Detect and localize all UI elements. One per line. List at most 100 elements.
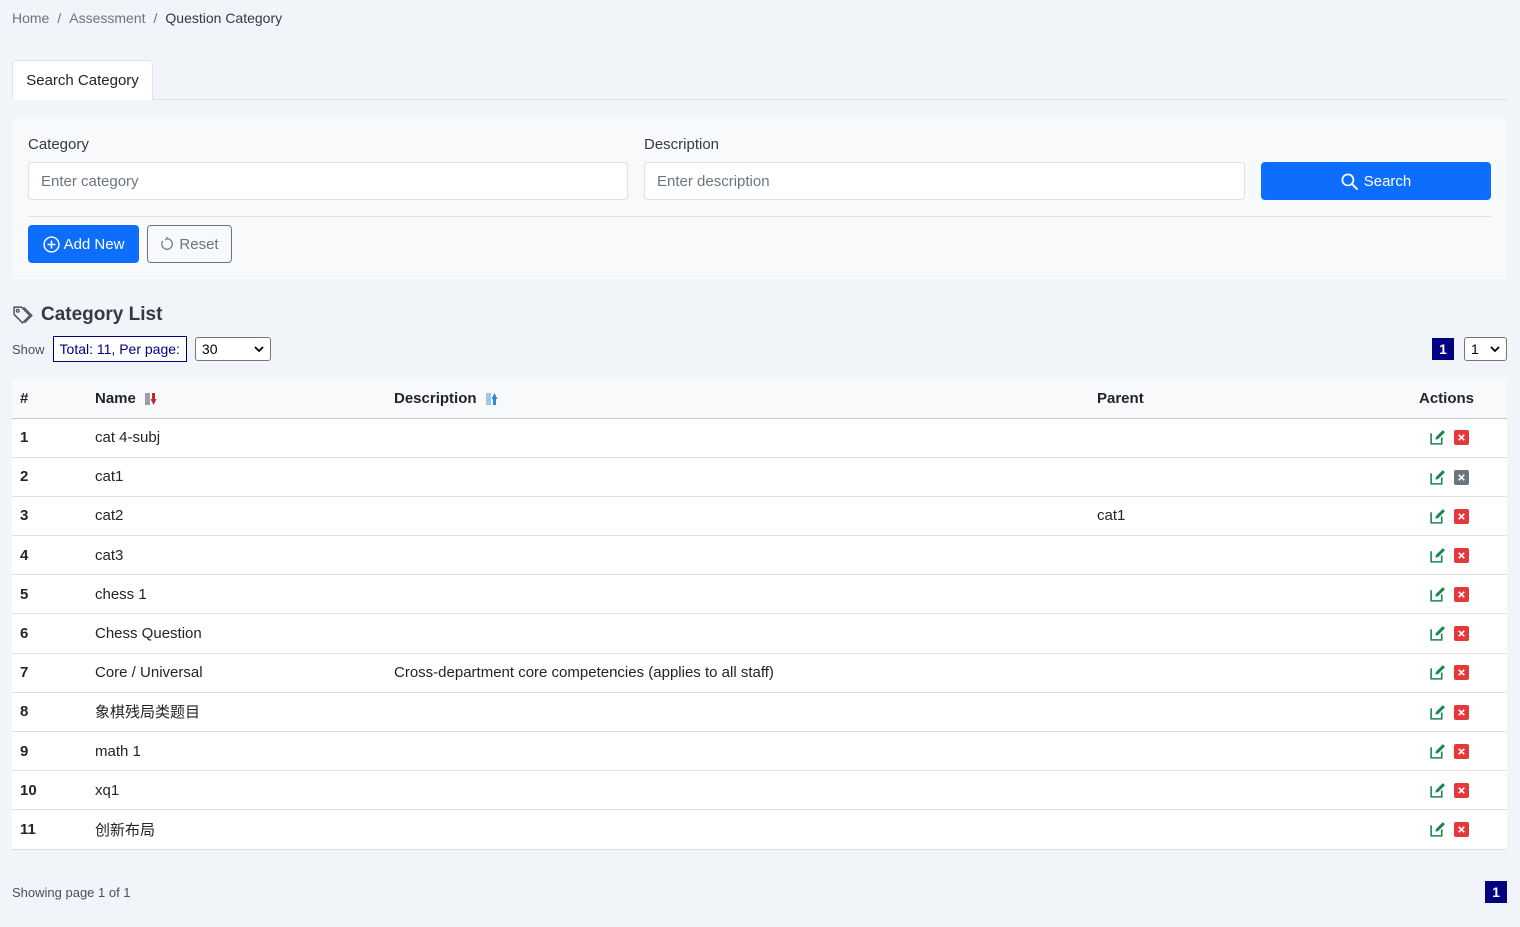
table-row: 2 cat1 (12, 457, 1507, 497)
row-number: 9 (20, 742, 29, 760)
delete-icon[interactable] (1454, 547, 1469, 563)
row-name: 象棋残局类题目 (95, 704, 201, 722)
row-name: xq1 (95, 781, 120, 799)
row-actions (1313, 536, 1507, 575)
row-parent (1089, 810, 1313, 849)
chevron-down-icon (1490, 346, 1500, 353)
edit-icon[interactable] (1429, 586, 1446, 603)
edit-icon[interactable] (1429, 704, 1446, 721)
row-name: cat2 (95, 507, 124, 525)
row-number: 2 (20, 468, 29, 486)
row-description (386, 418, 1089, 457)
delete-icon[interactable] (1454, 469, 1469, 485)
column-header-name-label: Name (95, 389, 136, 407)
row-actions (1313, 418, 1507, 457)
page-select-value: 1 (1471, 341, 1479, 357)
category-input[interactable] (28, 162, 628, 200)
row-description (386, 536, 1089, 575)
column-header-name[interactable]: Name (87, 379, 386, 419)
table-row: 4 cat3 (12, 536, 1507, 575)
breadcrumb-separator: / (153, 10, 158, 26)
table-row: 7 Core / Universal Cross-department core… (12, 653, 1507, 693)
delete-icon[interactable] (1454, 665, 1469, 681)
add-new-button[interactable]: Add New (28, 225, 139, 263)
row-actions (1313, 496, 1507, 535)
delete-icon[interactable] (1454, 626, 1469, 642)
delete-icon[interactable] (1454, 822, 1469, 838)
row-parent (1089, 536, 1313, 575)
page-button-current-bottom[interactable]: 1 (1485, 881, 1507, 903)
breadcrumb-assessment-link[interactable]: Assessment (69, 10, 145, 26)
row-parent (1089, 457, 1313, 496)
delete-icon[interactable] (1454, 704, 1469, 720)
chevron-down-icon (254, 346, 264, 353)
description-input[interactable] (644, 162, 1245, 200)
edit-icon[interactable] (1429, 625, 1446, 642)
reset-button[interactable]: Reset (147, 225, 232, 263)
category-list-heading: Category List (12, 304, 162, 326)
row-number: 4 (20, 546, 29, 564)
row-number: 5 (20, 585, 29, 603)
edit-icon[interactable] (1429, 782, 1446, 799)
row-number: 7 (20, 664, 29, 682)
row-actions (1313, 810, 1507, 849)
sort-asc-icon[interactable] (485, 392, 499, 406)
breadcrumb-home-link[interactable]: Home (12, 10, 49, 26)
row-number: 8 (20, 703, 29, 721)
sort-desc-icon[interactable] (144, 392, 158, 406)
tab-bar: Search Category (12, 60, 1507, 100)
table-header-row: # Name Description Parent Actions (12, 379, 1507, 419)
tab-search-category[interactable]: Search Category (12, 60, 153, 100)
row-parent (1089, 575, 1313, 614)
row-description: Cross-department core competencies (appl… (394, 664, 774, 682)
row-name: cat1 (95, 468, 124, 486)
table-row: 9 math 1 (12, 732, 1507, 771)
edit-icon[interactable] (1429, 429, 1446, 446)
row-name: math 1 (95, 742, 141, 760)
per-page-select[interactable]: 30 (194, 337, 271, 361)
edit-icon[interactable] (1429, 743, 1446, 760)
panel-divider (28, 216, 1491, 217)
edit-icon[interactable] (1429, 469, 1446, 486)
add-new-button-label: Add New (63, 235, 125, 253)
row-parent (1089, 653, 1313, 692)
row-description (386, 771, 1089, 810)
row-name: Chess Question (95, 625, 202, 643)
category-label: Category (28, 136, 89, 153)
table-row: 3 cat2 cat1 (12, 496, 1507, 536)
breadcrumb-separator: / (57, 10, 62, 26)
page-button-current[interactable]: 1 (1432, 338, 1454, 360)
delete-icon[interactable] (1454, 508, 1469, 524)
row-description (386, 810, 1089, 849)
row-name: cat3 (95, 546, 124, 564)
delete-icon[interactable] (1454, 743, 1469, 759)
delete-icon[interactable] (1454, 587, 1469, 603)
edit-icon[interactable] (1429, 664, 1446, 681)
delete-icon[interactable] (1454, 430, 1469, 446)
per-page-controls: Show Total: 11, Per page: 30 (12, 336, 271, 362)
row-number: 11 (20, 820, 36, 838)
row-actions (1313, 575, 1507, 614)
reset-button-label: Reset (179, 235, 219, 253)
row-name: Core / Universal (95, 664, 203, 682)
breadcrumb-current: Question Category (165, 10, 283, 26)
search-button[interactable]: Search (1261, 162, 1491, 200)
row-description (386, 614, 1089, 653)
edit-icon[interactable] (1429, 547, 1446, 564)
row-actions (1313, 614, 1507, 653)
row-number: 1 (20, 429, 29, 447)
total-per-page-label: Total: 11, Per page: (52, 336, 187, 362)
search-panel: Category Description Search Add New Rese… (12, 117, 1507, 279)
table-row: 5 chess 1 (12, 575, 1507, 614)
row-parent (1089, 418, 1313, 457)
edit-icon[interactable] (1429, 821, 1446, 838)
page-select[interactable]: 1 (1464, 337, 1507, 361)
search-button-label: Search (1363, 172, 1412, 190)
category-list-title: Category List (41, 304, 163, 325)
column-header-parent: Parent (1089, 379, 1313, 419)
edit-icon[interactable] (1429, 508, 1446, 525)
row-description (386, 496, 1089, 535)
column-header-description[interactable]: Description (386, 379, 1089, 419)
row-actions (1313, 692, 1507, 731)
delete-icon[interactable] (1454, 783, 1469, 799)
